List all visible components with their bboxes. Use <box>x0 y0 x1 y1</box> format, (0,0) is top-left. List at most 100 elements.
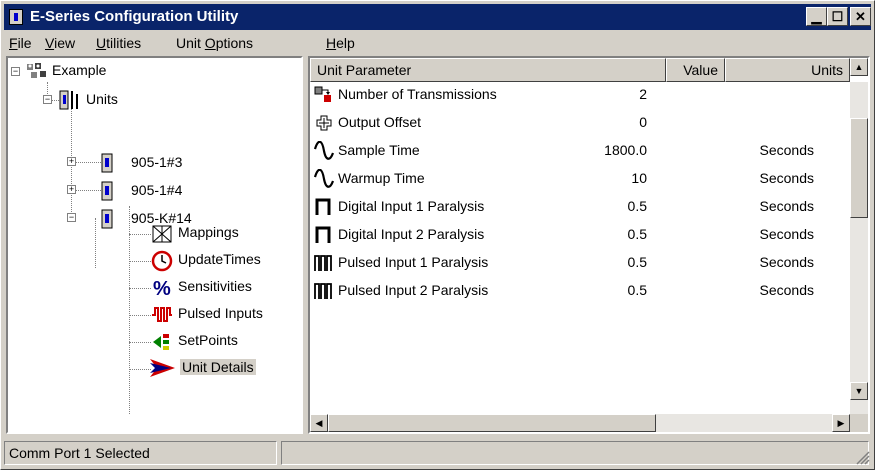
vertical-scroll-thumb[interactable] <box>850 118 868 218</box>
horizontal-scrollbar[interactable]: ◀ ▶ <box>310 414 850 432</box>
table-row[interactable]: Number of Transmissions 2 <box>312 82 852 110</box>
param-value: 2 <box>639 86 647 102</box>
arrow-up-icon: ▲ <box>854 62 864 72</box>
status-panel <box>281 441 869 465</box>
menu-unit-options[interactable]: Unit Options <box>176 35 253 51</box>
digital-pulse-icon <box>315 198 331 215</box>
percent-icon: % <box>153 278 171 298</box>
param-name: Digital Input 2 Paralysis <box>338 226 485 242</box>
vertical-scrollbar[interactable]: ▲ ▼ <box>850 58 868 432</box>
table-row[interactable]: Pulsed Input 1 Paralysis 0.5 Seconds <box>312 250 852 278</box>
transmissions-icon <box>314 86 331 102</box>
pulse-icon <box>152 307 172 322</box>
param-value: 0.5 <box>627 226 647 242</box>
tree-child-label[interactable]: Mappings <box>178 224 239 240</box>
app-window: E-Series Configuration Utility ▁ ☐ ✕ Fil… <box>0 0 875 470</box>
menu-help[interactable]: Help <box>326 35 355 51</box>
param-name: Number of Transmissions <box>338 86 497 102</box>
param-name: Pulsed Input 2 Paralysis <box>338 282 489 298</box>
minimize-icon: ▁ <box>811 9 822 24</box>
plus-offset-icon <box>316 115 332 131</box>
close-icon: ✕ <box>855 9 866 24</box>
tree-child-label[interactable]: UpdateTimes <box>178 251 261 267</box>
collapse-root-toggle[interactable]: − <box>11 67 20 76</box>
param-name: Warmup Time <box>338 170 425 186</box>
digital-pulse-icon <box>315 226 331 243</box>
status-text: Comm Port 1 Selected <box>4 441 277 465</box>
network-icon <box>27 63 46 78</box>
table-row[interactable]: Output Offset 0 <box>312 110 852 138</box>
tree-units-label[interactable]: Units <box>86 91 118 107</box>
tree-child-label[interactable]: Pulsed Inputs <box>178 305 263 321</box>
parameter-list: Unit Parameter Value Units Number of Tra… <box>308 56 870 434</box>
param-value: 0.5 <box>627 254 647 270</box>
resize-grip-icon[interactable] <box>856 451 870 465</box>
tree-child-label-selected[interactable]: Unit Details <box>180 359 256 375</box>
title-bar[interactable]: E-Series Configuration Utility ▁ ☐ ✕ <box>4 4 871 30</box>
param-units: Seconds <box>759 226 814 242</box>
tree-root-label[interactable]: Example <box>52 62 106 78</box>
scroll-corner <box>850 414 868 432</box>
table-row[interactable]: Digital Input 2 Paralysis 0.5 Seconds <box>312 222 852 250</box>
scroll-left-button[interactable]: ◀ <box>310 414 328 432</box>
unit-device-icon <box>101 153 113 173</box>
table-row[interactable]: Digital Input 1 Paralysis 0.5 Seconds <box>312 194 852 222</box>
param-value: 10 <box>631 170 647 186</box>
scroll-down-button[interactable]: ▼ <box>850 382 868 400</box>
window-title: E-Series Configuration Utility <box>30 8 239 25</box>
arrow-details-icon <box>150 359 175 377</box>
collapse-units-toggle[interactable]: − <box>43 95 52 104</box>
tree-unit-label[interactable]: 905-1#3 <box>131 154 182 170</box>
scroll-right-button[interactable]: ▶ <box>832 414 850 432</box>
app-icon[interactable] <box>9 9 23 25</box>
tree-child-label[interactable]: Sensitivities <box>178 278 252 294</box>
menu-view[interactable]: View <box>45 35 75 51</box>
column-header-value[interactable]: Value <box>666 58 725 82</box>
param-units: Seconds <box>759 170 814 186</box>
arrow-left-icon: ◀ <box>315 418 323 428</box>
param-units: Seconds <box>759 254 814 270</box>
table-row[interactable]: Sample Time 1800.0 Seconds <box>312 138 852 166</box>
column-header-units[interactable]: Units <box>725 58 850 82</box>
mappings-icon <box>152 225 172 243</box>
param-name: Pulsed Input 1 Paralysis <box>338 254 489 270</box>
pulse-train-icon <box>314 255 332 271</box>
clock-icon <box>151 250 173 272</box>
setpoint-icon <box>153 334 169 350</box>
unit-device-icon <box>101 181 113 201</box>
unit-device-icon <box>101 209 113 229</box>
arrow-down-icon: ▼ <box>854 386 864 396</box>
expand-unit1-toggle[interactable]: + <box>67 157 76 166</box>
column-header-param[interactable]: Unit Parameter <box>310 58 666 82</box>
svg-text:%: % <box>153 278 171 298</box>
maximize-button[interactable]: ☐ <box>827 7 848 26</box>
param-value: 1800.0 <box>604 142 647 158</box>
param-name: Digital Input 1 Paralysis <box>338 198 485 214</box>
close-button[interactable]: ✕ <box>850 7 871 26</box>
menu-file[interactable]: File <box>9 35 32 51</box>
param-name: Output Offset <box>338 114 422 130</box>
table-row[interactable]: Pulsed Input 2 Paralysis 0.5 Seconds <box>312 278 852 306</box>
menu-utilities[interactable]: Utilities <box>96 35 141 51</box>
collapse-unit3-toggle[interactable]: − <box>67 213 76 222</box>
horizontal-scroll-thumb[interactable] <box>328 414 656 432</box>
tree-unit-label[interactable]: 905-1#4 <box>131 182 182 198</box>
expand-unit2-toggle[interactable]: + <box>67 185 76 194</box>
table-row[interactable]: Warmup Time 10 Seconds <box>312 166 852 194</box>
tree-child-label[interactable]: SetPoints <box>178 332 238 348</box>
scroll-up-button[interactable]: ▲ <box>850 58 868 76</box>
pulse-train-icon <box>314 283 332 299</box>
unit-tree[interactable]: − Example − Units + 905-1#3 + 905-1#4 − … <box>6 56 303 434</box>
param-units: Seconds <box>759 198 814 214</box>
wave-icon <box>314 169 334 188</box>
param-value: 0.5 <box>627 198 647 214</box>
minimize-button[interactable]: ▁ <box>806 7 827 26</box>
status-bar: Comm Port 1 Selected <box>4 439 871 467</box>
wave-icon <box>314 141 334 160</box>
param-value: 0.5 <box>627 282 647 298</box>
param-name: Sample Time <box>338 142 420 158</box>
param-value: 0 <box>639 114 647 130</box>
menu-bar: File View Utilities Unit Options Help <box>4 32 871 54</box>
maximize-icon: ☐ <box>831 9 844 24</box>
units-icon <box>59 90 78 110</box>
